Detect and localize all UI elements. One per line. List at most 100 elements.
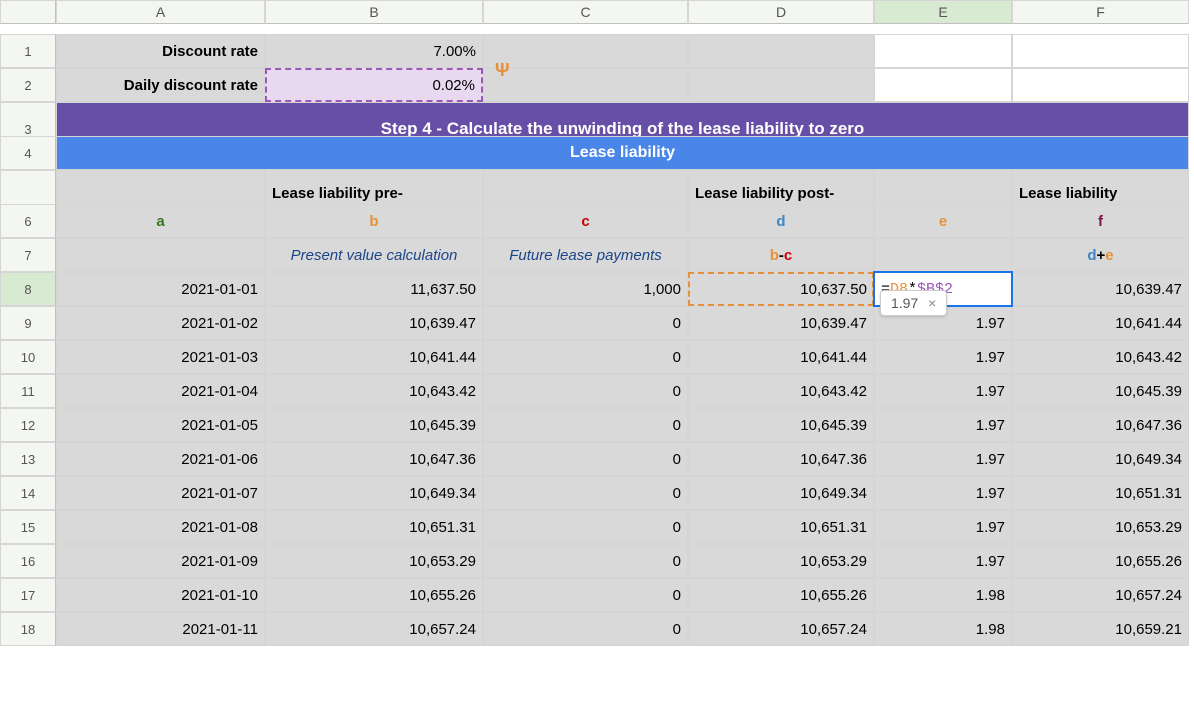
- cell-A14[interactable]: 2021-01-07: [56, 476, 265, 510]
- cell-F17[interactable]: 10,657.24: [1012, 578, 1189, 612]
- row-header-13[interactable]: 13: [0, 442, 56, 476]
- cell-B10[interactable]: 10,641.44: [265, 340, 483, 374]
- cell-F12[interactable]: 10,647.36: [1012, 408, 1189, 442]
- cell-F14[interactable]: 10,651.31: [1012, 476, 1189, 510]
- cell-E15[interactable]: 1.97: [874, 510, 1012, 544]
- cell-F18[interactable]: 10,659.21: [1012, 612, 1189, 646]
- cell-D10[interactable]: 10,641.44: [688, 340, 874, 374]
- cell-E18[interactable]: 1.98: [874, 612, 1012, 646]
- row-header-2[interactable]: 2: [0, 68, 56, 102]
- col-header-D[interactable]: D: [688, 0, 874, 24]
- cell-A9[interactable]: 2021-01-02: [56, 306, 265, 340]
- row-header-12[interactable]: 12: [0, 408, 56, 442]
- cell-B14[interactable]: 10,649.34: [265, 476, 483, 510]
- cell-B15[interactable]: 10,651.31: [265, 510, 483, 544]
- cell-B13[interactable]: 10,647.36: [265, 442, 483, 476]
- letter-f[interactable]: f: [1012, 204, 1189, 238]
- cell-B8[interactable]: 11,637.50: [265, 272, 483, 306]
- col-header-B[interactable]: B: [265, 0, 483, 24]
- cell-A1[interactable]: Discount rate: [56, 34, 265, 68]
- cell-B7[interactable]: Present value calculation: [265, 238, 483, 272]
- cell-C10[interactable]: 0: [483, 340, 688, 374]
- cell-E1[interactable]: [874, 34, 1012, 68]
- cell-E10[interactable]: 1.97: [874, 340, 1012, 374]
- cell-B18[interactable]: 10,657.24: [265, 612, 483, 646]
- cell-B11[interactable]: 10,643.42: [265, 374, 483, 408]
- cell-B17[interactable]: 10,655.26: [265, 578, 483, 612]
- row-header-18[interactable]: 18: [0, 612, 56, 646]
- cell-E17[interactable]: 1.98: [874, 578, 1012, 612]
- cell-D16[interactable]: 10,653.29: [688, 544, 874, 578]
- select-all-corner[interactable]: [0, 0, 56, 24]
- cell-C12[interactable]: 0: [483, 408, 688, 442]
- letter-c[interactable]: c: [483, 204, 688, 238]
- cell-B16[interactable]: 10,653.29: [265, 544, 483, 578]
- cell-D1[interactable]: [688, 34, 874, 68]
- cell-C15[interactable]: 0: [483, 510, 688, 544]
- row-header-10[interactable]: 10: [0, 340, 56, 374]
- cell-B2[interactable]: 0.02%: [265, 68, 483, 102]
- row-header-16[interactable]: 16: [0, 544, 56, 578]
- cell-D2[interactable]: [688, 68, 874, 102]
- cell-F11[interactable]: 10,645.39: [1012, 374, 1189, 408]
- letter-e[interactable]: e: [874, 204, 1012, 238]
- cell-A15[interactable]: 2021-01-08: [56, 510, 265, 544]
- cell-C11[interactable]: 0: [483, 374, 688, 408]
- cell-C2[interactable]: [483, 68, 688, 102]
- cell-B12[interactable]: 10,645.39: [265, 408, 483, 442]
- cell-C13[interactable]: 0: [483, 442, 688, 476]
- cell-E13[interactable]: 1.97: [874, 442, 1012, 476]
- cell-F1[interactable]: [1012, 34, 1189, 68]
- cell-B1[interactable]: 7.00%: [265, 34, 483, 68]
- cell-C17[interactable]: 0: [483, 578, 688, 612]
- cell-F10[interactable]: 10,643.42: [1012, 340, 1189, 374]
- cell-D8[interactable]: 10,637.50: [688, 272, 874, 306]
- lease-liability-banner[interactable]: Lease liability: [56, 136, 1189, 170]
- cell-D17[interactable]: 10,655.26: [688, 578, 874, 612]
- row-header-6[interactable]: 6: [0, 204, 56, 238]
- row-header-11[interactable]: 11: [0, 374, 56, 408]
- cell-E2[interactable]: [874, 68, 1012, 102]
- tooltip-close[interactable]: ×: [928, 295, 936, 311]
- row-header-8[interactable]: 8: [0, 272, 56, 306]
- cell-A8[interactable]: 2021-01-01: [56, 272, 265, 306]
- cell-C1[interactable]: [483, 34, 688, 68]
- cell-D7[interactable]: b - c: [688, 238, 874, 272]
- cell-A10[interactable]: 2021-01-03: [56, 340, 265, 374]
- cell-E7[interactable]: [874, 238, 1012, 272]
- cell-A11[interactable]: 2021-01-04: [56, 374, 265, 408]
- cell-A16[interactable]: 2021-01-09: [56, 544, 265, 578]
- cell-E14[interactable]: 1.97: [874, 476, 1012, 510]
- letter-d[interactable]: d: [688, 204, 874, 238]
- cell-D11[interactable]: 10,643.42: [688, 374, 874, 408]
- cell-C8[interactable]: 1,000: [483, 272, 688, 306]
- col-header-C[interactable]: C: [483, 0, 688, 24]
- cell-D12[interactable]: 10,645.39: [688, 408, 874, 442]
- cell-F13[interactable]: 10,649.34: [1012, 442, 1189, 476]
- cell-B9[interactable]: 10,639.47: [265, 306, 483, 340]
- cell-C14[interactable]: 0: [483, 476, 688, 510]
- row-header-14[interactable]: 14: [0, 476, 56, 510]
- spreadsheet-grid[interactable]: A B C D E F 1 Discount rate 7.00% 2 Dail…: [0, 0, 1194, 646]
- col-header-F[interactable]: F: [1012, 0, 1189, 24]
- cell-F16[interactable]: 10,655.26: [1012, 544, 1189, 578]
- cell-C9[interactable]: 0: [483, 306, 688, 340]
- cell-E11[interactable]: 1.97: [874, 374, 1012, 408]
- col-header-E[interactable]: E: [874, 0, 1012, 24]
- cell-F9[interactable]: 10,641.44: [1012, 306, 1189, 340]
- cell-A7[interactable]: [56, 238, 265, 272]
- cell-F15[interactable]: 10,653.29: [1012, 510, 1189, 544]
- row-header-1[interactable]: 1: [0, 34, 56, 68]
- col-header-A[interactable]: A: [56, 0, 265, 24]
- cell-F2[interactable]: [1012, 68, 1189, 102]
- letter-a[interactable]: a: [56, 204, 265, 238]
- cell-C18[interactable]: 0: [483, 612, 688, 646]
- cell-D14[interactable]: 10,649.34: [688, 476, 874, 510]
- cell-A12[interactable]: 2021-01-05: [56, 408, 265, 442]
- cell-D18[interactable]: 10,657.24: [688, 612, 874, 646]
- cell-F8[interactable]: 10,639.47: [1012, 272, 1189, 306]
- cell-C7[interactable]: Future lease payments: [483, 238, 688, 272]
- cell-D13[interactable]: 10,647.36: [688, 442, 874, 476]
- row-header-15[interactable]: 15: [0, 510, 56, 544]
- cell-E12[interactable]: 1.97: [874, 408, 1012, 442]
